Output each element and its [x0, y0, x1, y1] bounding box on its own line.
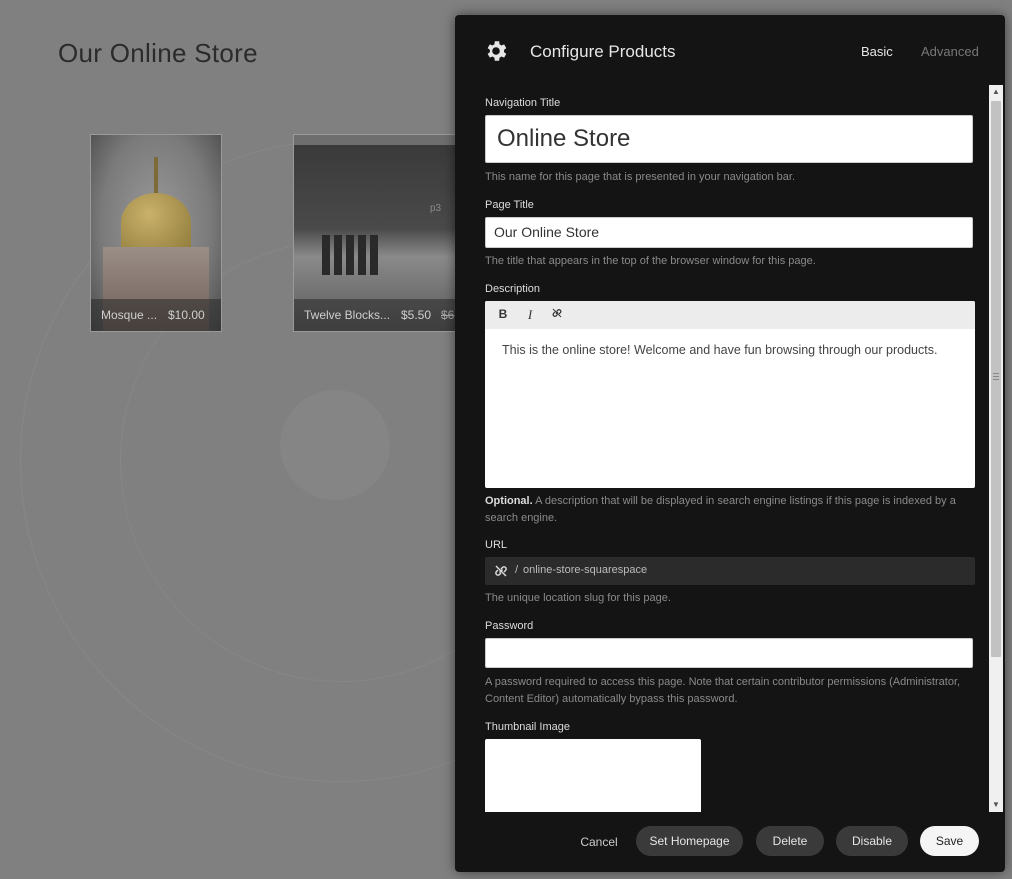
- password-help: A password required to access this page.…: [485, 676, 961, 705]
- save-button[interactable]: Save: [920, 826, 979, 856]
- url-input[interactable]: / online-store-squarespace: [485, 557, 975, 585]
- nav-title-label: Navigation Title: [485, 97, 561, 109]
- panel-form: Navigation Title Online Store This name …: [455, 85, 1005, 812]
- cancel-button[interactable]: Cancel: [575, 827, 623, 857]
- page-title-label: Page Title: [485, 199, 534, 211]
- disable-button[interactable]: Disable: [836, 826, 908, 856]
- tab-basic[interactable]: Basic: [861, 44, 893, 59]
- scrollbar-thumb[interactable]: [991, 101, 1001, 657]
- description-help: Optional. A description that will be dis…: [485, 493, 975, 527]
- password-input[interactable]: [485, 638, 973, 668]
- delete-button[interactable]: Delete: [756, 826, 824, 856]
- thumbnail-label: Thumbnail Image: [485, 721, 570, 733]
- page-title-input[interactable]: Our Online Store: [485, 217, 973, 248]
- description-text: This is the online store! Welcome and ha…: [502, 343, 938, 357]
- description-editor[interactable]: B I This is the online store! Welcome an…: [485, 301, 975, 488]
- product-card[interactable]: p3 Twelve Blocks... $5.50 $6: [293, 134, 457, 332]
- panel-title: Configure Products: [530, 42, 676, 61]
- password-label: Password: [485, 620, 534, 632]
- tab-advanced[interactable]: Advanced: [921, 44, 979, 59]
- url-label: URL: [485, 539, 508, 551]
- product-image-label: p3: [430, 203, 442, 214]
- product-price: $5.50: [401, 308, 432, 322]
- description-help-text: A description that will be displayed in …: [485, 495, 956, 524]
- configure-panel: Configure Products Basic Advanced Naviga…: [455, 15, 1005, 872]
- product-name: Mosque ...: [101, 308, 158, 322]
- thumbnail-dropzone[interactable]: [485, 739, 701, 812]
- product-old-price: $6: [441, 308, 455, 322]
- italic-button[interactable]: I: [522, 307, 538, 323]
- scroll-up-icon[interactable]: ▲: [989, 85, 1003, 99]
- product-caption: Twelve Blocks... $5.50 $6: [294, 299, 456, 331]
- product-caption: Mosque ... $10.00: [91, 299, 221, 331]
- scroll-down-icon[interactable]: ▼: [989, 798, 1003, 812]
- nav-title-help: This name for this page that is presente…: [485, 171, 796, 183]
- set-homepage-button[interactable]: Set Homepage: [636, 826, 743, 856]
- page-title-help: The title that appears in the top of the…: [485, 255, 816, 267]
- product-name: Twelve Blocks...: [304, 308, 391, 322]
- link-icon[interactable]: [549, 307, 565, 322]
- store-title: Our Online Store: [58, 38, 258, 68]
- optional-label: Optional.: [485, 495, 533, 507]
- url-slug: online-store-squarespace: [523, 564, 648, 576]
- product-price: $10.00: [168, 308, 205, 322]
- scrollbar[interactable]: ▲ ▼: [989, 85, 1003, 812]
- gear-icon: [487, 41, 507, 61]
- url-separator: /: [515, 564, 519, 576]
- panel-header: Configure Products Basic Advanced: [455, 15, 1005, 85]
- nav-title-input[interactable]: Online Store: [485, 115, 973, 163]
- url-help: The unique location slug for this page.: [485, 592, 671, 604]
- editor-toolbar: B I: [485, 301, 975, 329]
- product-card[interactable]: Mosque ... $10.00: [90, 134, 222, 332]
- bold-button[interactable]: B: [495, 307, 511, 321]
- background-decoration: [280, 390, 390, 500]
- description-label: Description: [485, 283, 541, 295]
- link-broken-icon[interactable]: [493, 563, 509, 579]
